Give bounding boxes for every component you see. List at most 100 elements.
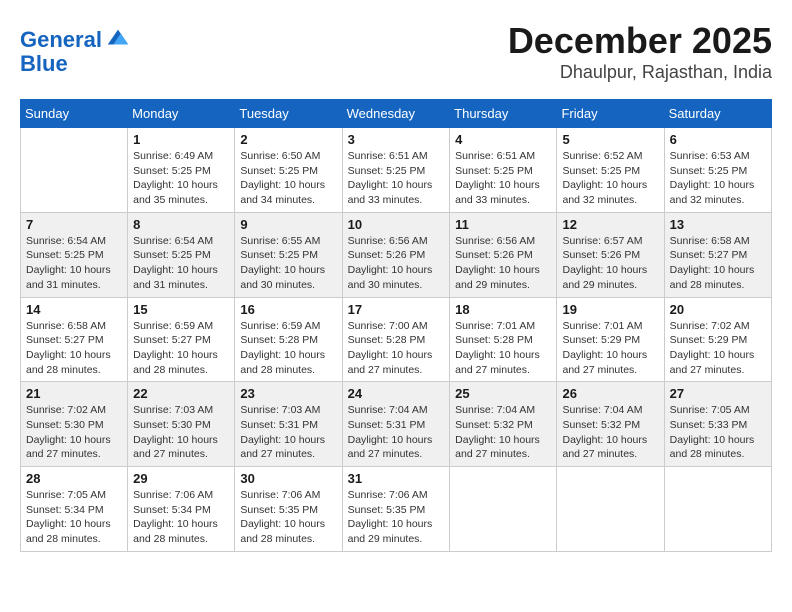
- day-info: Sunrise: 6:58 AM Sunset: 5:27 PM Dayligh…: [26, 319, 122, 378]
- day-info: Sunrise: 7:05 AM Sunset: 5:33 PM Dayligh…: [670, 403, 766, 462]
- day-info: Sunrise: 7:01 AM Sunset: 5:29 PM Dayligh…: [562, 319, 658, 378]
- day-number: 18: [455, 302, 551, 317]
- day-info: Sunrise: 6:54 AM Sunset: 5:25 PM Dayligh…: [133, 234, 229, 293]
- calendar-cell: 3Sunrise: 6:51 AM Sunset: 5:25 PM Daylig…: [342, 128, 450, 213]
- day-number: 13: [670, 217, 766, 232]
- day-info: Sunrise: 7:04 AM Sunset: 5:32 PM Dayligh…: [562, 403, 658, 462]
- day-number: 9: [240, 217, 336, 232]
- location-title: Dhaulpur, Rajasthan, India: [508, 62, 772, 83]
- day-info: Sunrise: 6:54 AM Sunset: 5:25 PM Dayligh…: [26, 234, 122, 293]
- calendar-cell: [21, 128, 128, 213]
- day-number: 21: [26, 386, 122, 401]
- day-info: Sunrise: 6:59 AM Sunset: 5:27 PM Dayligh…: [133, 319, 229, 378]
- day-info: Sunrise: 6:51 AM Sunset: 5:25 PM Dayligh…: [455, 149, 551, 208]
- header: General Blue December 2025 Dhaulpur, Raj…: [20, 20, 772, 83]
- month-title: December 2025: [508, 20, 772, 62]
- day-number: 8: [133, 217, 229, 232]
- day-number: 11: [455, 217, 551, 232]
- calendar-cell: 25 Sunrise: 7:04 AM Sunset: 5:32 PM Dayli…: [450, 382, 557, 467]
- calendar-cell: 31Sunrise: 7:06 AM Sunset: 5:35 PM Dayli…: [342, 467, 450, 552]
- header-saturday: Saturday: [664, 100, 771, 128]
- day-info: Sunrise: 6:53 AM Sunset: 5:25 PM Dayligh…: [670, 149, 766, 208]
- header-wednesday: Wednesday: [342, 100, 450, 128]
- day-info: Sunrise: 6:56 AM Sunset: 5:26 PM Dayligh…: [455, 234, 551, 293]
- calendar-cell: 8 Sunrise: 6:54 AM Sunset: 5:25 PM Daylig…: [128, 212, 235, 297]
- calendar-cell: 1 Sunrise: 6:49 AM Sunset: 5:25 PM Daylig…: [128, 128, 235, 213]
- header-sunday: Sunday: [21, 100, 128, 128]
- day-number: 27: [670, 386, 766, 401]
- day-number: 7: [26, 217, 122, 232]
- calendar-week-row: 28Sunrise: 7:05 AM Sunset: 5:34 PM Dayli…: [21, 467, 772, 552]
- day-info: Sunrise: 7:00 AM Sunset: 5:28 PM Dayligh…: [348, 319, 445, 378]
- day-info: Sunrise: 6:57 AM Sunset: 5:26 PM Dayligh…: [562, 234, 658, 293]
- day-number: 16: [240, 302, 336, 317]
- calendar-cell: 22Sunrise: 7:03 AM Sunset: 5:30 PM Dayli…: [128, 382, 235, 467]
- calendar-cell: 29Sunrise: 7:06 AM Sunset: 5:34 PM Dayli…: [128, 467, 235, 552]
- day-number: 2: [240, 132, 336, 147]
- logo-icon: [104, 24, 132, 52]
- day-info: Sunrise: 7:04 AM Sunset: 5:32 PM Dayligh…: [455, 403, 551, 462]
- calendar-cell: 17 Sunrise: 7:00 AM Sunset: 5:28 PM Dayli…: [342, 297, 450, 382]
- day-info: Sunrise: 7:03 AM Sunset: 5:31 PM Dayligh…: [240, 403, 336, 462]
- day-number: 23: [240, 386, 336, 401]
- calendar-cell: 10 Sunrise: 6:56 AM Sunset: 5:26 PM Dayli…: [342, 212, 450, 297]
- day-number: 15: [133, 302, 229, 317]
- header-monday: Monday: [128, 100, 235, 128]
- header-thursday: Thursday: [450, 100, 557, 128]
- day-number: 1: [133, 132, 229, 147]
- day-number: 20: [670, 302, 766, 317]
- day-number: 14: [26, 302, 122, 317]
- day-info: Sunrise: 7:06 AM Sunset: 5:35 PM Dayligh…: [240, 488, 336, 547]
- day-info: Sunrise: 6:55 AM Sunset: 5:25 PM Dayligh…: [240, 234, 336, 293]
- calendar-cell: 20 Sunrise: 7:02 AM Sunset: 5:29 PM Dayli…: [664, 297, 771, 382]
- day-info: Sunrise: 6:58 AM Sunset: 5:27 PM Dayligh…: [670, 234, 766, 293]
- logo: General Blue: [20, 28, 132, 76]
- calendar-cell: 23 Sunrise: 7:03 AM Sunset: 5:31 PM Dayli…: [235, 382, 342, 467]
- day-number: 26: [562, 386, 658, 401]
- day-info: Sunrise: 7:03 AM Sunset: 5:30 PM Dayligh…: [133, 403, 229, 462]
- calendar-cell: 13 Sunrise: 6:58 AM Sunset: 5:27 PM Dayli…: [664, 212, 771, 297]
- day-number: 12: [562, 217, 658, 232]
- calendar-cell: 16 Sunrise: 6:59 AM Sunset: 5:28 PM Dayli…: [235, 297, 342, 382]
- calendar-cell: 6 Sunrise: 6:53 AM Sunset: 5:25 PM Daylig…: [664, 128, 771, 213]
- calendar-cell: 21Sunrise: 7:02 AM Sunset: 5:30 PM Dayli…: [21, 382, 128, 467]
- calendar-header-row: SundayMondayTuesdayWednesdayThursdayFrid…: [21, 100, 772, 128]
- calendar-cell: 11 Sunrise: 6:56 AM Sunset: 5:26 PM Dayli…: [450, 212, 557, 297]
- day-number: 25: [455, 386, 551, 401]
- day-number: 6: [670, 132, 766, 147]
- calendar-week-row: 1 Sunrise: 6:49 AM Sunset: 5:25 PM Daylig…: [21, 128, 772, 213]
- calendar-cell: 24Sunrise: 7:04 AM Sunset: 5:31 PM Dayli…: [342, 382, 450, 467]
- day-number: 17: [348, 302, 445, 317]
- day-info: Sunrise: 7:04 AM Sunset: 5:31 PM Dayligh…: [348, 403, 445, 462]
- calendar-cell: 30Sunrise: 7:06 AM Sunset: 5:35 PM Dayli…: [235, 467, 342, 552]
- calendar-cell: 12 Sunrise: 6:57 AM Sunset: 5:26 PM Dayli…: [557, 212, 664, 297]
- day-number: 28: [26, 471, 122, 486]
- header-friday: Friday: [557, 100, 664, 128]
- day-info: Sunrise: 7:02 AM Sunset: 5:29 PM Dayligh…: [670, 319, 766, 378]
- calendar-cell: 28Sunrise: 7:05 AM Sunset: 5:34 PM Dayli…: [21, 467, 128, 552]
- calendar: SundayMondayTuesdayWednesdayThursdayFrid…: [20, 99, 772, 552]
- calendar-week-row: 14 Sunrise: 6:58 AM Sunset: 5:27 PM Dayli…: [21, 297, 772, 382]
- day-info: Sunrise: 6:56 AM Sunset: 5:26 PM Dayligh…: [348, 234, 445, 293]
- day-info: Sunrise: 6:59 AM Sunset: 5:28 PM Dayligh…: [240, 319, 336, 378]
- calendar-cell: 26 Sunrise: 7:04 AM Sunset: 5:32 PM Dayli…: [557, 382, 664, 467]
- day-number: 4: [455, 132, 551, 147]
- calendar-cell: 15 Sunrise: 6:59 AM Sunset: 5:27 PM Dayli…: [128, 297, 235, 382]
- calendar-cell: 7 Sunrise: 6:54 AM Sunset: 5:25 PM Daylig…: [21, 212, 128, 297]
- calendar-cell: [664, 467, 771, 552]
- calendar-cell: 18 Sunrise: 7:01 AM Sunset: 5:28 PM Dayli…: [450, 297, 557, 382]
- calendar-week-row: 7 Sunrise: 6:54 AM Sunset: 5:25 PM Daylig…: [21, 212, 772, 297]
- day-info: Sunrise: 6:50 AM Sunset: 5:25 PM Dayligh…: [240, 149, 336, 208]
- calendar-cell: 27 Sunrise: 7:05 AM Sunset: 5:33 PM Dayli…: [664, 382, 771, 467]
- day-number: 5: [562, 132, 658, 147]
- day-number: 31: [348, 471, 445, 486]
- calendar-cell: 19Sunrise: 7:01 AM Sunset: 5:29 PM Dayli…: [557, 297, 664, 382]
- day-info: Sunrise: 7:01 AM Sunset: 5:28 PM Dayligh…: [455, 319, 551, 378]
- day-info: Sunrise: 6:49 AM Sunset: 5:25 PM Dayligh…: [133, 149, 229, 208]
- day-number: 10: [348, 217, 445, 232]
- calendar-cell: 4 Sunrise: 6:51 AM Sunset: 5:25 PM Daylig…: [450, 128, 557, 213]
- title-area: December 2025 Dhaulpur, Rajasthan, India: [508, 20, 772, 83]
- logo-text-general: General: [20, 28, 102, 52]
- calendar-cell: 2 Sunrise: 6:50 AM Sunset: 5:25 PM Daylig…: [235, 128, 342, 213]
- calendar-cell: 5Sunrise: 6:52 AM Sunset: 5:25 PM Daylig…: [557, 128, 664, 213]
